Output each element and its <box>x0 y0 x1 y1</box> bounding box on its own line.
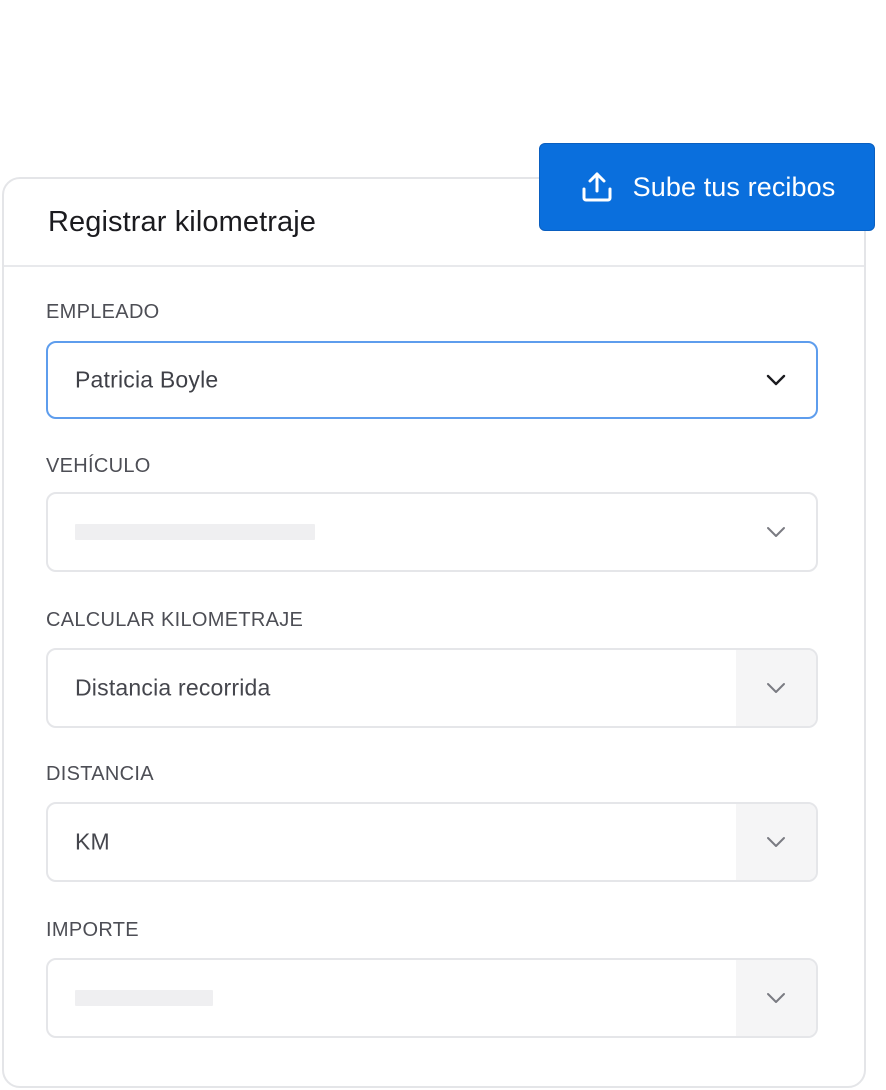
amount-label: IMPORTE <box>46 919 139 941</box>
card-title: Registrar kilometraje <box>48 205 317 238</box>
upload-icon <box>579 169 615 205</box>
employee-value: Patricia Boyle <box>75 366 219 393</box>
calculate-mileage-select[interactable]: Distancia recorrida <box>46 648 818 728</box>
chevron-down-icon <box>736 650 816 726</box>
upload-receipts-button[interactable]: Sube tus recibos <box>539 143 875 231</box>
chevron-down-icon <box>736 494 816 570</box>
vehicle-select[interactable] <box>46 492 818 572</box>
distance-input[interactable]: KM <box>46 802 818 882</box>
calculate-mileage-value: Distancia recorrida <box>75 674 271 701</box>
chevron-down-icon <box>736 343 816 417</box>
employee-label: EMPLEADO <box>46 301 160 323</box>
chevron-down-icon <box>736 804 816 880</box>
distance-label: DISTANCIA <box>46 763 154 785</box>
amount-placeholder <box>75 990 213 1006</box>
amount-input[interactable] <box>46 958 818 1038</box>
chevron-down-icon <box>736 960 816 1036</box>
upload-receipts-label: Sube tus recibos <box>632 171 836 202</box>
vehicle-label: VEHÍCULO <box>46 455 151 477</box>
employee-select[interactable]: Patricia Boyle <box>46 341 818 419</box>
vehicle-placeholder <box>75 524 315 540</box>
stage: Registrar kilometraje Sube tus recibos E… <box>0 0 886 1090</box>
distance-unit-value: KM <box>75 828 110 855</box>
calculate-mileage-label: CALCULAR KILOMETRAJE <box>46 609 304 631</box>
